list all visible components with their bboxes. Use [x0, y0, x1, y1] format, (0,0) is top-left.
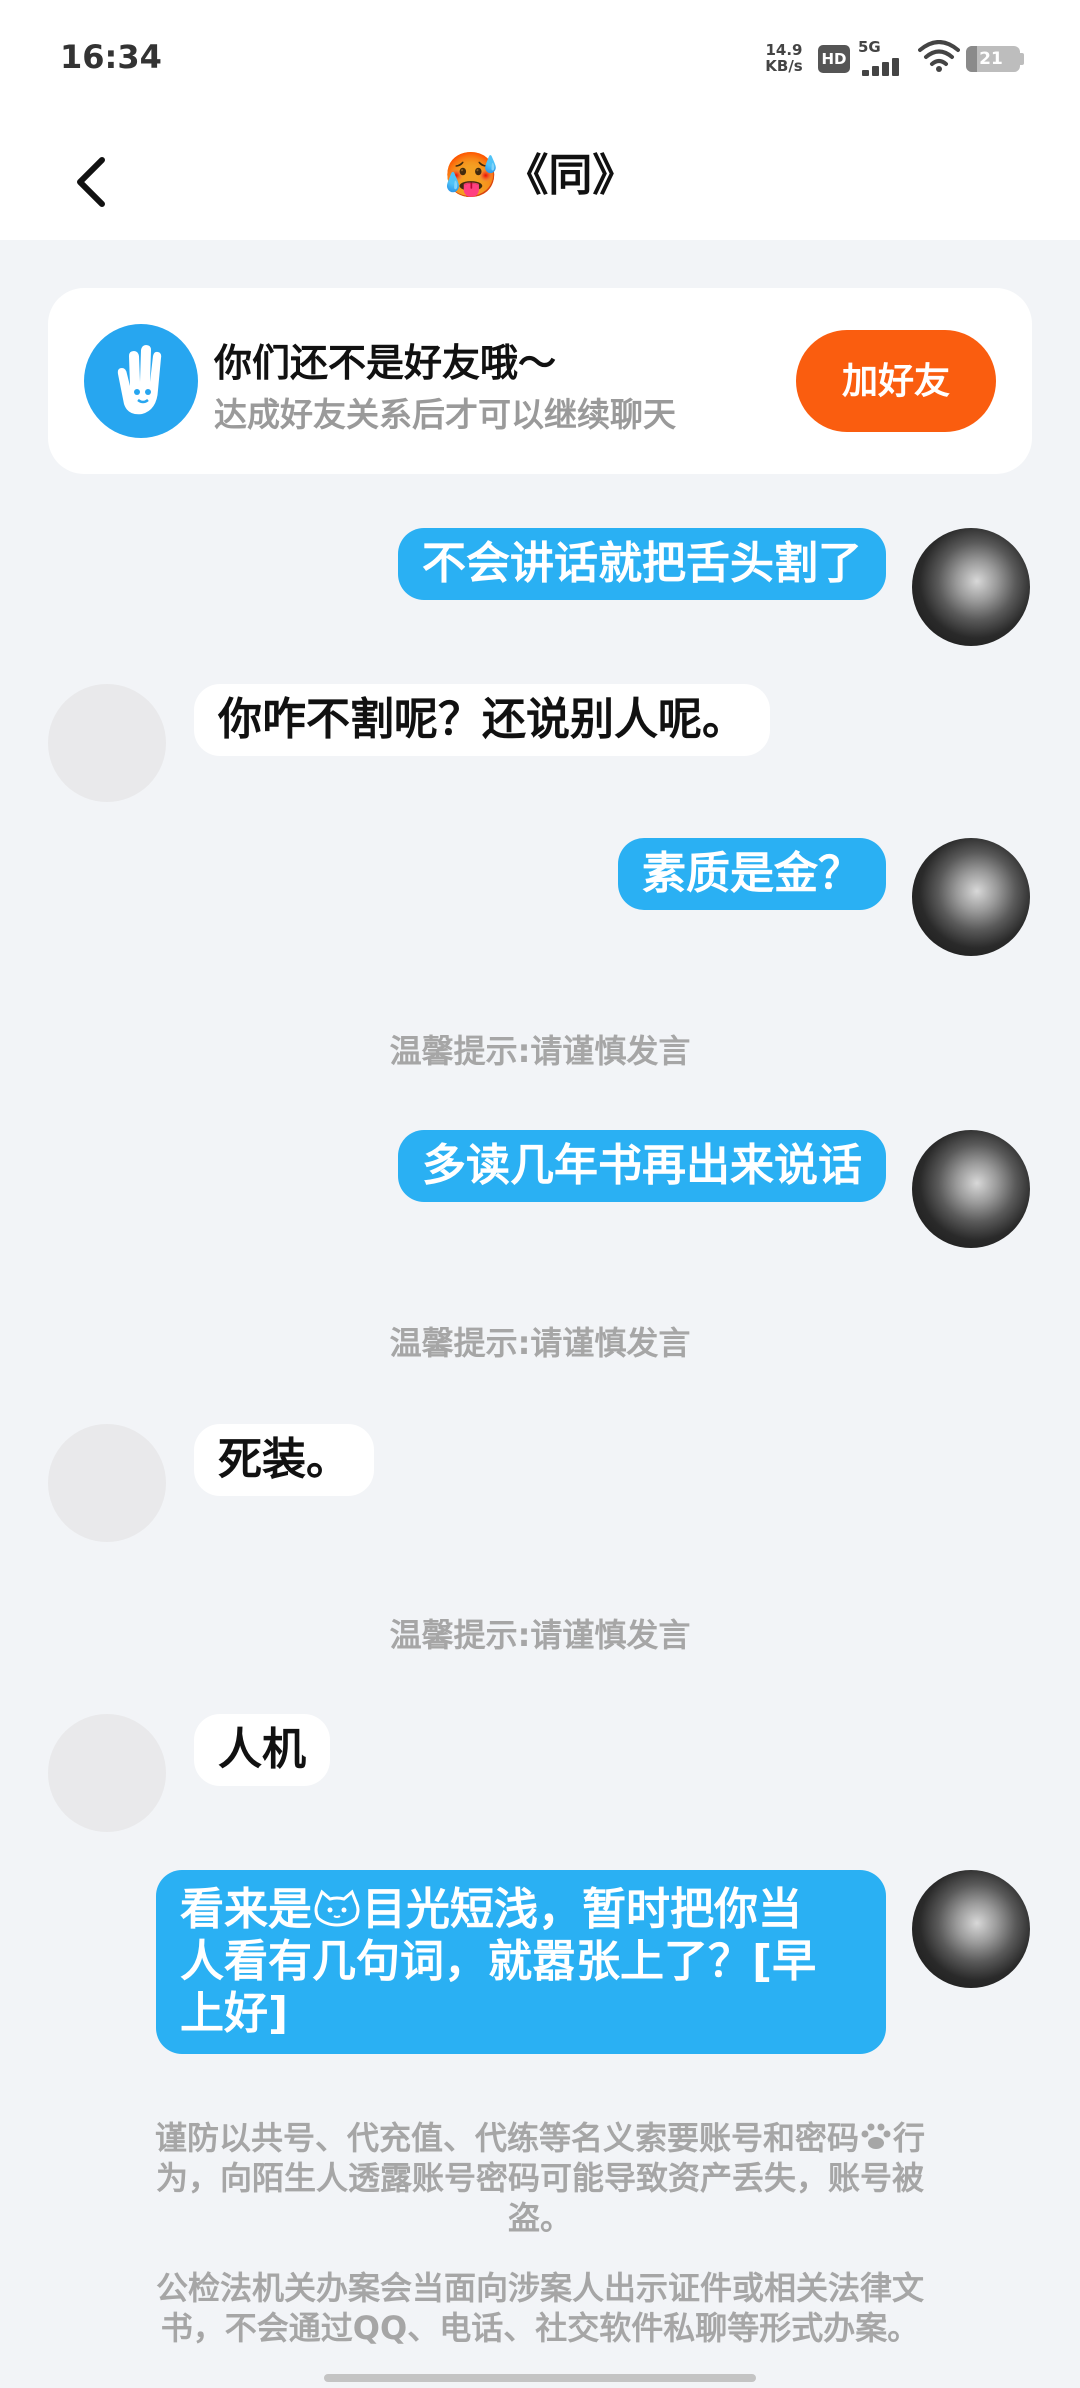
notice-text: 谨防以共号、代充值、代练等名义索要账号和密码	[154, 2119, 859, 2157]
avatar[interactable]	[48, 684, 166, 802]
message-bubble-self[interactable]: 看来是 目光短浅，暂时把你当 人看有几句词，就嚣张上了？[早 上好]	[156, 1870, 886, 2054]
chat-title[interactable]: 🥵 《同》	[0, 140, 1080, 212]
message-text: 你咋不割呢？还说别人呢。	[218, 694, 746, 745]
avatar[interactable]	[912, 1130, 1030, 1248]
avatar[interactable]	[912, 528, 1030, 646]
message-line: 上好]	[180, 1988, 289, 2039]
message-bubble-other[interactable]: 你咋不割呢？还说别人呢。	[194, 684, 770, 756]
cat-face-icon	[314, 1889, 360, 1927]
card-subtitle: 达成好友关系后才可以继续聊天	[214, 395, 676, 434]
avatar[interactable]	[48, 1424, 166, 1542]
message-text: 素质是金？	[642, 848, 862, 899]
notice-line: 为，向陌生人透露账号密码可能导致资产丢失，账号被	[155, 2159, 924, 2197]
notice-line: 公检法机关办案会当面向涉案人出示证件或相关法律文	[155, 2269, 924, 2307]
avatar[interactable]	[912, 838, 1030, 956]
system-tip: 温馨提示:请谨慎发言	[389, 1616, 691, 1654]
message-bubble-other[interactable]: 死装。	[194, 1424, 374, 1496]
chat-header: 🥵 《同》	[0, 116, 1080, 240]
hand-icon	[84, 324, 198, 438]
message-text: 不会讲话就把舌头割了	[422, 538, 862, 589]
card-title: 你们还不是好友哦～	[214, 341, 557, 385]
add-friend-button[interactable]: 加好友	[796, 330, 996, 432]
message-text: 人机	[218, 1724, 306, 1775]
status-bar: 16:34 14.9 KB/s HD 5G 21	[0, 0, 1080, 116]
account-safety-notice: 谨防以共号、代充值、代练等名义索要账号和密码行 为，向陌生人透露账号密码可能导致…	[100, 2118, 980, 2238]
message-bubble-other[interactable]: 人机	[194, 1714, 330, 1786]
message-line: 看来是 目光短浅，暂时把你当	[180, 1884, 862, 1936]
paw-icon	[861, 2123, 891, 2149]
notice-line: 盗。	[507, 2199, 572, 2237]
title-emoji: 🥵	[443, 150, 499, 201]
avatar[interactable]	[48, 1714, 166, 1832]
net-speed: 14.9 KB/s	[762, 42, 806, 74]
chat-title-text: 《同》	[504, 150, 637, 201]
message-bubble-self[interactable]: 多读几年书再出来说话	[398, 1130, 886, 1202]
status-time: 16:34	[60, 38, 162, 76]
home-indicator[interactable]	[324, 2374, 756, 2382]
message-text: 多读几年书再出来说话	[422, 1140, 862, 1191]
battery-level: 21	[979, 49, 1003, 69]
police-notice: 公检法机关办案会当面向涉案人出示证件或相关法律文 书，不会通过QQ、电话、社交软…	[100, 2268, 980, 2348]
message-line: 人看有几句词，就嚣张上了？[早	[180, 1936, 817, 1987]
message-text: 看来是	[180, 1884, 312, 1935]
network-label: 5G	[858, 38, 881, 56]
signal-icon: 5G	[858, 38, 908, 76]
message-bubble-self[interactable]: 素质是金？	[618, 838, 886, 910]
notice-line: 书，不会通过QQ、电话、社交软件私聊等形式办案。	[160, 2309, 920, 2347]
message-text: 目光短浅，暂时把你当	[362, 1884, 802, 1935]
friend-request-card: 你们还不是好友哦～ 达成好友关系后才可以继续聊天 加好友	[48, 288, 1032, 474]
system-tip: 温馨提示:请谨慎发言	[389, 1324, 691, 1362]
battery-icon: 21	[966, 46, 1020, 72]
net-speed-value: 14.9	[765, 41, 803, 59]
avatar[interactable]	[912, 1870, 1030, 1988]
net-speed-unit: KB/s	[765, 57, 803, 75]
hd-badge: HD	[818, 45, 850, 73]
notice-line: 谨防以共号、代充值、代练等名义索要账号和密码行	[100, 2118, 980, 2158]
notice-text: 行	[893, 2119, 926, 2157]
wifi-icon	[918, 40, 960, 72]
system-tip: 温馨提示:请谨慎发言	[389, 1032, 691, 1070]
message-text: 死装。	[218, 1434, 350, 1485]
message-bubble-self[interactable]: 不会讲话就把舌头割了	[398, 528, 886, 600]
